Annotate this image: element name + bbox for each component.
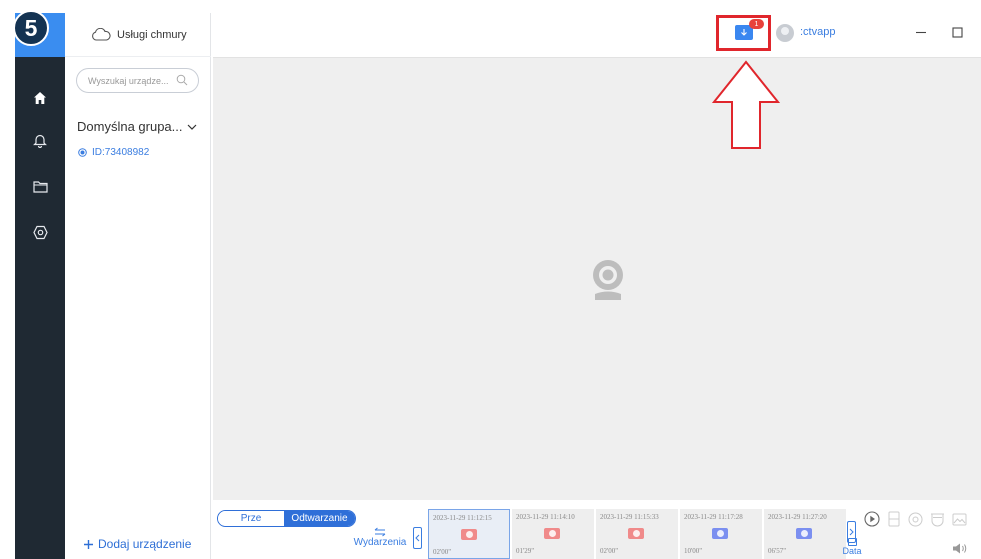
clip-thumbnail[interactable]: 2023-11-29 11:27:20 06'57"	[764, 509, 846, 559]
screen-icon	[931, 513, 944, 526]
radio-selected-icon	[78, 148, 87, 157]
home-icon[interactable]	[30, 88, 50, 108]
volume-button[interactable]	[952, 540, 968, 556]
tab-live[interactable]: Prze	[218, 511, 284, 526]
alarm-clip-icon	[461, 529, 477, 540]
minimize-button[interactable]	[913, 24, 929, 40]
step-number-badge: 5	[13, 10, 49, 46]
add-device-button[interactable]: Dodaj urządzenie	[83, 537, 191, 551]
video-viewport[interactable]	[213, 57, 981, 500]
record-button[interactable]	[907, 511, 924, 528]
clip-duration: 10'00"	[684, 547, 703, 555]
events-button[interactable]: Wydarzenia	[353, 525, 407, 559]
device-panel: Usługi chmury Wyszukaj urządze... Domyśl…	[65, 13, 211, 559]
device-group-dropdown[interactable]: Domyślna grupa...	[77, 119, 197, 134]
snapshot-button[interactable]	[951, 511, 968, 528]
cloud-services-label: Usługi chmury	[117, 28, 187, 41]
device-id: ID:73408982	[92, 147, 150, 158]
clip-duration: 06'57"	[768, 547, 787, 555]
clip-timestamp: 2023-11-29 11:12:15	[433, 514, 492, 522]
clip-icon	[888, 511, 899, 527]
clip-timestamp: 2023-11-29 11:27:20	[768, 513, 827, 521]
record-icon	[908, 512, 923, 526]
settings-icon[interactable]	[30, 222, 50, 242]
cloud-icon	[92, 28, 111, 41]
bell-icon[interactable]	[30, 130, 50, 150]
timeline-prev-button[interactable]	[413, 527, 422, 549]
device-list-item[interactable]: ID:73408982	[78, 147, 149, 158]
date-button[interactable]: Data	[839, 538, 865, 559]
tab-playback[interactable]: Odtwarzanie	[284, 511, 355, 526]
chevron-left-icon	[415, 534, 420, 542]
clip-duration: 01'29"	[516, 547, 535, 555]
username-label[interactable]: :ctvapp	[800, 26, 835, 38]
image-icon	[952, 513, 967, 525]
play-icon	[863, 511, 880, 527]
play-button[interactable]	[863, 511, 880, 528]
date-label: Data	[842, 546, 862, 556]
clip-duration: 02'00"	[433, 548, 452, 556]
clip-button[interactable]	[885, 511, 902, 528]
minimize-icon	[916, 31, 926, 34]
events-label: Wydarzenia	[353, 537, 407, 548]
motion-clip-icon	[712, 528, 728, 539]
up-arrow-annotation	[711, 60, 781, 149]
plus-icon	[84, 539, 93, 549]
motion-clip-icon	[796, 528, 812, 539]
clip-timestamp: 2023-11-29 11:17:28	[684, 513, 743, 521]
top-header: 1 :ctvapp	[211, 13, 981, 57]
camera-placeholder-icon	[593, 260, 623, 300]
alarm-clip-icon	[628, 528, 644, 539]
screen-button[interactable]	[929, 511, 946, 528]
folder-icon[interactable]	[30, 176, 50, 196]
clip-thumbnail[interactable]: 2023-11-29 11:15:33 02'00"	[596, 509, 678, 559]
highlight-box	[716, 15, 771, 51]
clip-timestamp: 2023-11-29 11:14:10	[516, 513, 575, 521]
clip-duration: 02'00"	[600, 547, 619, 555]
clip-thumbnail[interactable]: 2023-11-29 11:14:10 01'29"	[512, 509, 594, 559]
avatar[interactable]	[776, 24, 794, 42]
mode-toggle: Prze Odtwarzanie	[217, 510, 356, 527]
maximize-button[interactable]	[949, 24, 965, 40]
calendar-icon	[847, 538, 857, 546]
clip-strip: 2023-11-29 11:12:15 02'00" 2023-11-29 11…	[428, 509, 846, 559]
playback-controls	[863, 510, 968, 528]
search-icon[interactable]	[176, 74, 188, 86]
speaker-icon	[953, 543, 967, 553]
cloud-services-button[interactable]: Usługi chmury	[65, 13, 211, 57]
device-search-input[interactable]: Wyszukaj urządze...	[76, 68, 199, 93]
clip-thumbnail[interactable]: 2023-11-29 11:12:15 02'00"	[428, 509, 510, 559]
search-placeholder: Wyszukaj urządze...	[88, 75, 169, 86]
clip-timestamp: 2023-11-29 11:15:33	[600, 513, 659, 521]
maximize-icon	[951, 26, 963, 38]
playback-bar: Prze Odtwarzanie Wydarzenia 2023-11-29 1…	[213, 501, 981, 559]
clip-thumbnail[interactable]: 2023-11-29 11:17:28 10'00"	[680, 509, 762, 559]
swap-arrows-icon	[374, 527, 386, 537]
chevron-down-icon	[187, 124, 196, 130]
add-device-label: Dodaj urządzenie	[98, 537, 192, 551]
chevron-right-icon	[849, 528, 854, 536]
alarm-clip-icon	[544, 528, 560, 539]
group-label: Domyślna grupa...	[77, 119, 183, 134]
left-nav-rail	[15, 13, 65, 559]
